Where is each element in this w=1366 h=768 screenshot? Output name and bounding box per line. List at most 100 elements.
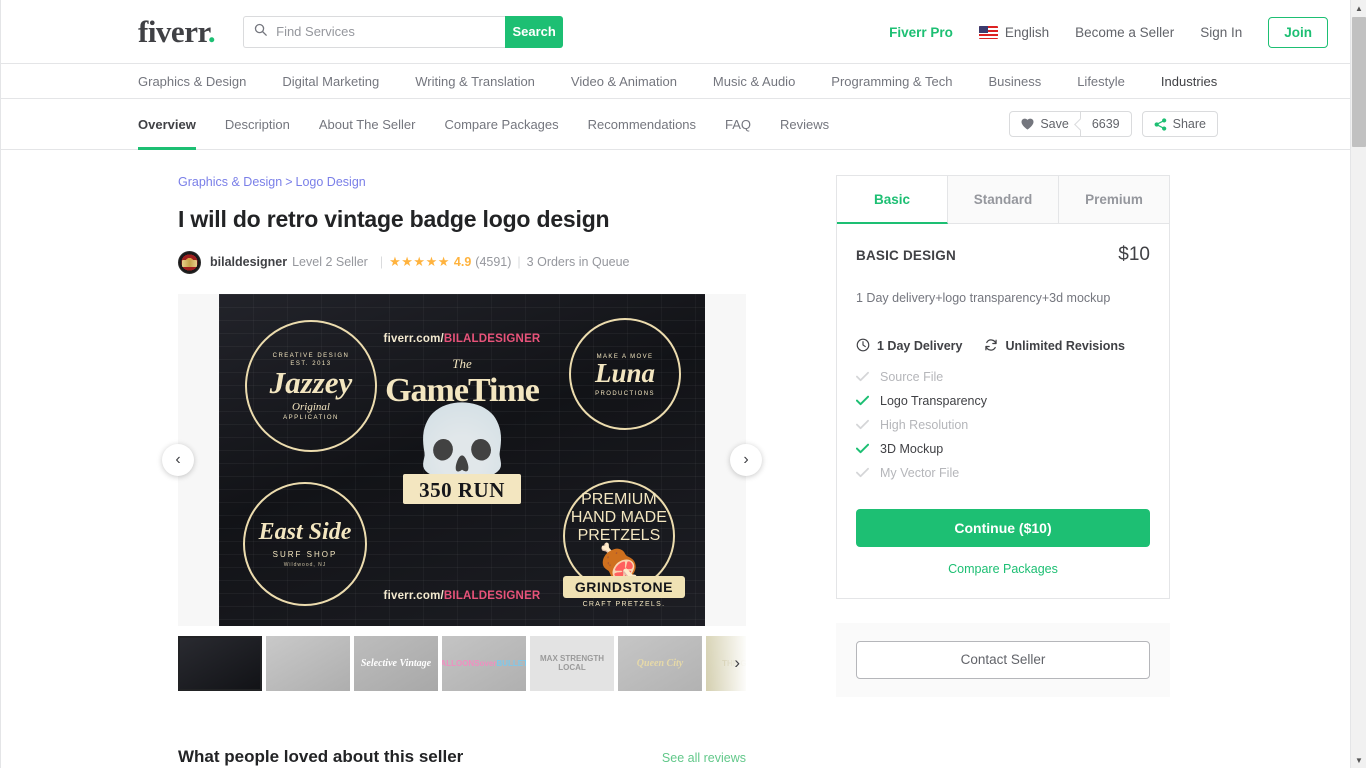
thumbnail-4[interactable]: BALLOONS over BULLETS xyxy=(442,635,526,691)
gig-image-carousel: ‹ fiverr.com/BILALDESIGNER fiverr.com/BI… xyxy=(162,293,762,626)
language-selector[interactable]: English xyxy=(978,25,1049,40)
category-video-animation[interactable]: Video & Animation xyxy=(571,74,677,89)
search-bar: Search xyxy=(243,15,564,48)
carousel-prev-arrow[interactable]: ‹ xyxy=(162,443,194,476)
reviews-heading: What people loved about this seller xyxy=(178,746,464,766)
tab-about-the-seller[interactable]: About The Seller xyxy=(319,99,416,150)
refresh-icon xyxy=(984,338,1005,355)
badge-jazzey-name: Jazzey xyxy=(269,364,353,400)
search-input[interactable] xyxy=(274,23,490,40)
rating-count: (4591) xyxy=(475,255,512,270)
package-tab-premium[interactable]: Premium xyxy=(1059,176,1169,224)
category-music-audio[interactable]: Music & Audio xyxy=(713,74,795,89)
badge-jazzey: CREATIVE DESIGN EST. 2013 Jazzey Origina… xyxy=(245,319,377,452)
watermark-top: fiverr.com/BILALDESIGNER xyxy=(384,333,541,345)
package-tabs: Basic Standard Premium xyxy=(837,176,1169,224)
feature-high-resolution-label: High Resolution xyxy=(880,417,969,432)
continue-button[interactable]: Continue ($10) xyxy=(856,508,1150,547)
category-writing-translation[interactable]: Writing & Translation xyxy=(415,74,535,89)
thumbnail-3[interactable]: Selective Vintage xyxy=(354,635,438,691)
feature-3d-mockup: 3D Mockup xyxy=(856,442,1150,456)
category-business[interactable]: Business xyxy=(988,74,1041,89)
badge-east-name: East Side xyxy=(258,519,352,546)
category-digital-marketing[interactable]: Digital Marketing xyxy=(282,74,379,89)
carousel-next-arrow[interactable]: › xyxy=(730,443,762,476)
breadcrumb-parent[interactable]: Graphics & Design xyxy=(178,175,282,189)
feature-logo-transparency-label: Logo Transparency xyxy=(880,393,988,408)
avatar[interactable] xyxy=(178,250,201,274)
thumbnail-5[interactable]: MAX STRENGTH LOCAL xyxy=(530,635,614,691)
feature-3d-mockup-label: 3D Mockup xyxy=(880,441,944,456)
package-tab-standard[interactable]: Standard xyxy=(948,176,1059,224)
thumbnail-1[interactable] xyxy=(178,635,262,691)
see-all-reviews-link[interactable]: See all reviews xyxy=(662,751,746,765)
category-lifestyle[interactable]: Lifestyle xyxy=(1077,74,1125,89)
tab-reviews[interactable]: Reviews xyxy=(780,99,829,150)
carousel-slide-current[interactable]: fiverr.com/BILALDESIGNER fiverr.com/BILA… xyxy=(219,293,705,626)
category-programming-tech[interactable]: Programming & Tech xyxy=(831,74,952,89)
scrollbar-thumb[interactable] xyxy=(1352,17,1366,147)
package-meta-row: 1 Day Delivery Unlimited Revisions xyxy=(856,338,1150,355)
compare-packages-link[interactable]: Compare Packages xyxy=(856,562,1150,576)
contact-seller-button[interactable]: Contact Seller xyxy=(856,640,1150,679)
logo-dot: . xyxy=(207,14,216,49)
join-button[interactable]: Join xyxy=(1268,16,1328,48)
tab-recommendations[interactable]: Recommendations xyxy=(588,99,696,150)
badge-jazzey-sub: Original xyxy=(292,400,330,413)
share-label: Share xyxy=(1172,117,1206,131)
save-button[interactable]: Save xyxy=(1009,111,1081,137)
delivery-label: 1 Day Delivery xyxy=(877,339,963,354)
gig-right-column: Basic Standard Premium BASIC DESIGN $10 … xyxy=(836,175,1170,768)
seller-name[interactable]: bilaldesigner xyxy=(210,255,287,269)
tab-overview[interactable]: Overview xyxy=(138,99,196,150)
check-icon-on xyxy=(856,443,870,454)
contact-seller-panel: Contact Seller xyxy=(836,622,1170,697)
share-button[interactable]: Share xyxy=(1141,111,1218,137)
tab-faq[interactable]: FAQ xyxy=(725,99,751,150)
scroll-down-arrow[interactable]: ▼ xyxy=(1351,752,1366,768)
category-nav: Graphics & Design Digital Marketing Writ… xyxy=(0,64,1366,99)
save-count: 6639 xyxy=(1080,111,1132,137)
category-graphics-design[interactable]: Graphics & Design xyxy=(138,74,246,89)
feature-logo-transparency: Logo Transparency xyxy=(856,394,1150,408)
thumbnail-next-arrow[interactable]: › xyxy=(700,635,746,691)
category-industries[interactable]: Industries xyxy=(1161,74,1217,89)
thumbnail-strip: Selective Vintage BALLOONS over BULLETS … xyxy=(178,635,746,691)
seller-info-row: bilaldesigner Level 2 Seller | ★★★★★ 4.9… xyxy=(178,250,746,274)
sign-in-link[interactable]: Sign In xyxy=(1200,25,1242,40)
clock-icon xyxy=(856,338,877,355)
thumbnail-1-label xyxy=(178,636,262,691)
vertical-scrollbar[interactable]: ▲ ▼ xyxy=(1350,0,1366,768)
thumbnail-2-label xyxy=(266,636,350,691)
become-a-seller-link[interactable]: Become a Seller xyxy=(1075,25,1174,40)
package-tab-basic[interactable]: Basic xyxy=(837,176,948,224)
fiverr-logo[interactable]: fiverr. xyxy=(138,14,216,49)
revisions-label: Unlimited Revisions xyxy=(1005,339,1125,354)
scroll-up-arrow[interactable]: ▲ xyxy=(1351,0,1366,16)
feature-my-vector-file: My Vector File xyxy=(856,466,1150,480)
badge-east-side: East Side SURF SHOP Wildwood, NJ xyxy=(243,481,367,606)
watermark-prefix-bottom: fiverr.com/ xyxy=(383,589,444,602)
package-header-row: BASIC DESIGN $10 xyxy=(856,244,1150,266)
site-header: fiverr. Search Fiverr Pro English Beco xyxy=(0,0,1366,64)
tab-description[interactable]: Description xyxy=(225,99,290,150)
badge-grindstone: PREMIUM HAND MADE PRETZELS 🍖 GRINDSTONE … xyxy=(562,479,685,608)
search-button[interactable]: Search xyxy=(505,15,564,48)
search-box[interactable] xyxy=(243,15,506,48)
heart-icon xyxy=(1021,118,1034,130)
tab-compare-packages[interactable]: Compare Packages xyxy=(444,99,558,150)
badge-luna: MAKE A MOVE Luna PRODUCTIONS xyxy=(569,317,681,430)
badge-game-the: The xyxy=(452,355,472,371)
thumbnail-2[interactable] xyxy=(266,635,350,691)
feature-my-vector-file-label: My Vector File xyxy=(880,465,960,480)
package-body: BASIC DESIGN $10 1 Day delivery+logo tra… xyxy=(837,224,1169,598)
main-content: Graphics & Design > Logo Design I will do … xyxy=(0,150,1366,768)
breadcrumb-child[interactable]: Logo Design xyxy=(296,175,366,189)
fiverr-pro-link[interactable]: Fiverr Pro xyxy=(889,25,953,40)
watermark-bottom: fiverr.com/BILALDESIGNER xyxy=(384,590,541,602)
search-icon xyxy=(254,23,267,41)
badge-luna-name: Luna xyxy=(594,358,656,389)
orders-in-queue: 3 Orders in Queue xyxy=(526,255,630,270)
badge-jazzey-top-text: CREATIVE DESIGN xyxy=(272,352,350,359)
thumbnail-6[interactable]: Queen City xyxy=(618,635,702,691)
